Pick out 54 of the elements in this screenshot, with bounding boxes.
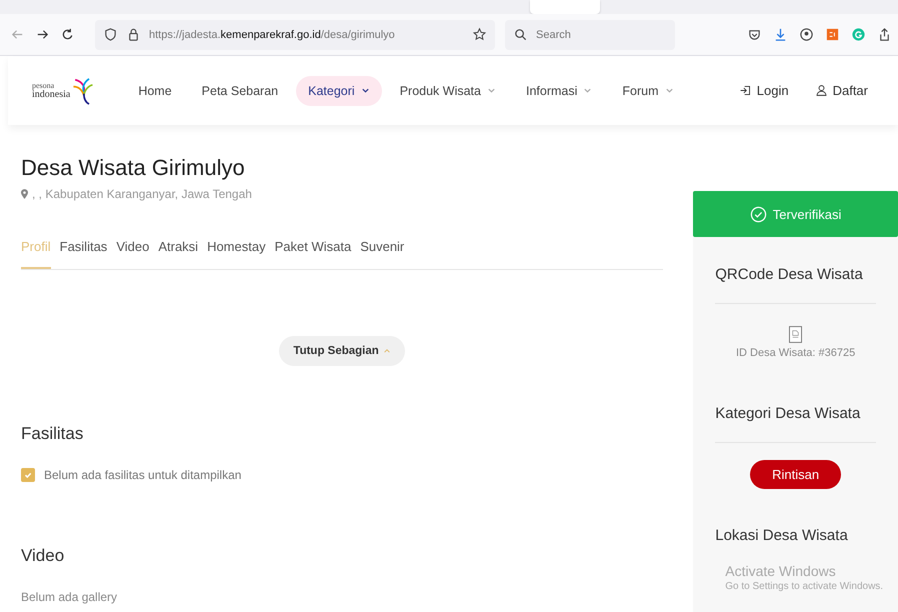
verified-text: Terverifikasi (772, 206, 842, 222)
nav-link[interactable]: Forum (610, 76, 686, 106)
nav-link[interactable]: Produk Wisata (388, 76, 508, 106)
logo-text: pesona (32, 82, 56, 90)
logo-text: indonesia (32, 90, 70, 100)
checkbox[interactable] (21, 468, 35, 482)
sidebar-heading: Lokasi Desa Wisata (715, 527, 849, 544)
collapse-button[interactable]: Tutup Sebagian (279, 336, 405, 366)
user-icon (814, 84, 828, 97)
tab[interactable]: Video (116, 238, 150, 269)
page-title: Desa Wisata Girimulyo (21, 155, 246, 181)
logo[interactable]: pesona indonesia (32, 74, 96, 106)
reload-icon[interactable] (60, 27, 75, 42)
tab[interactable]: Paket Wisata (274, 238, 352, 269)
lock-icon (126, 27, 141, 42)
share-icon[interactable] (877, 27, 892, 42)
sidebar-heading: Kategori Desa Wisata (715, 405, 862, 422)
nav-link[interactable]: Informasi (514, 76, 604, 106)
star-icon[interactable] (472, 27, 487, 42)
sidebar-heading: QRCode Desa Wisata (715, 266, 864, 283)
search-input[interactable]: Search (534, 28, 668, 42)
location-pin-icon (21, 189, 28, 199)
check-circle-icon (750, 206, 767, 222)
extension-icon[interactable] (825, 27, 840, 42)
category-badge: Rintisan (750, 460, 842, 489)
nav-link[interactable]: Kategori (296, 76, 382, 106)
village-id-text: ID Desa Wisata: #36725 (736, 347, 856, 359)
section-heading: Video (21, 546, 66, 566)
tab[interactable]: Fasilitas (60, 238, 108, 269)
download-icon[interactable] (773, 27, 788, 42)
search-icon (513, 27, 528, 42)
address-bar[interactable]: https://jadesta.kemenparekraf.go.id/desa/girimulyo (95, 20, 495, 50)
broken-image-icon (789, 326, 802, 343)
tab[interactable]: Suvenir (360, 238, 404, 269)
location-text: , , Kabupaten Karanganyar, Jawa Tengah (32, 187, 252, 201)
activation-notice-title: Activate Windows (725, 563, 837, 579)
login-link[interactable]: Login (738, 83, 789, 98)
pocket-icon[interactable] (747, 27, 762, 42)
activation-notice-text: Go to Settings to activate Windows. (725, 581, 884, 592)
shield-icon (103, 27, 118, 42)
tab[interactable]: Homestay (207, 238, 266, 269)
register-link[interactable]: Daftar (814, 83, 868, 98)
chevron-up-icon (382, 347, 391, 355)
url-text: https://jadesta.kemenparekraf.go.id/desa/girimulyo (149, 28, 396, 40)
nav-link[interactable]: Peta Sebaran (190, 76, 290, 106)
account-icon[interactable] (799, 27, 814, 42)
check-icon (23, 470, 33, 480)
tab[interactable]: Atraksi (158, 238, 198, 269)
section-heading: Fasilitas (21, 424, 84, 444)
empty-message: Belum ada gallery (21, 590, 118, 604)
nav-link[interactable]: Home (126, 76, 184, 106)
search-field[interactable]: Search (505, 20, 675, 50)
checkbox-label: Belum ada fasilitas untuk ditampilkan (44, 468, 242, 482)
login-icon (738, 84, 752, 97)
